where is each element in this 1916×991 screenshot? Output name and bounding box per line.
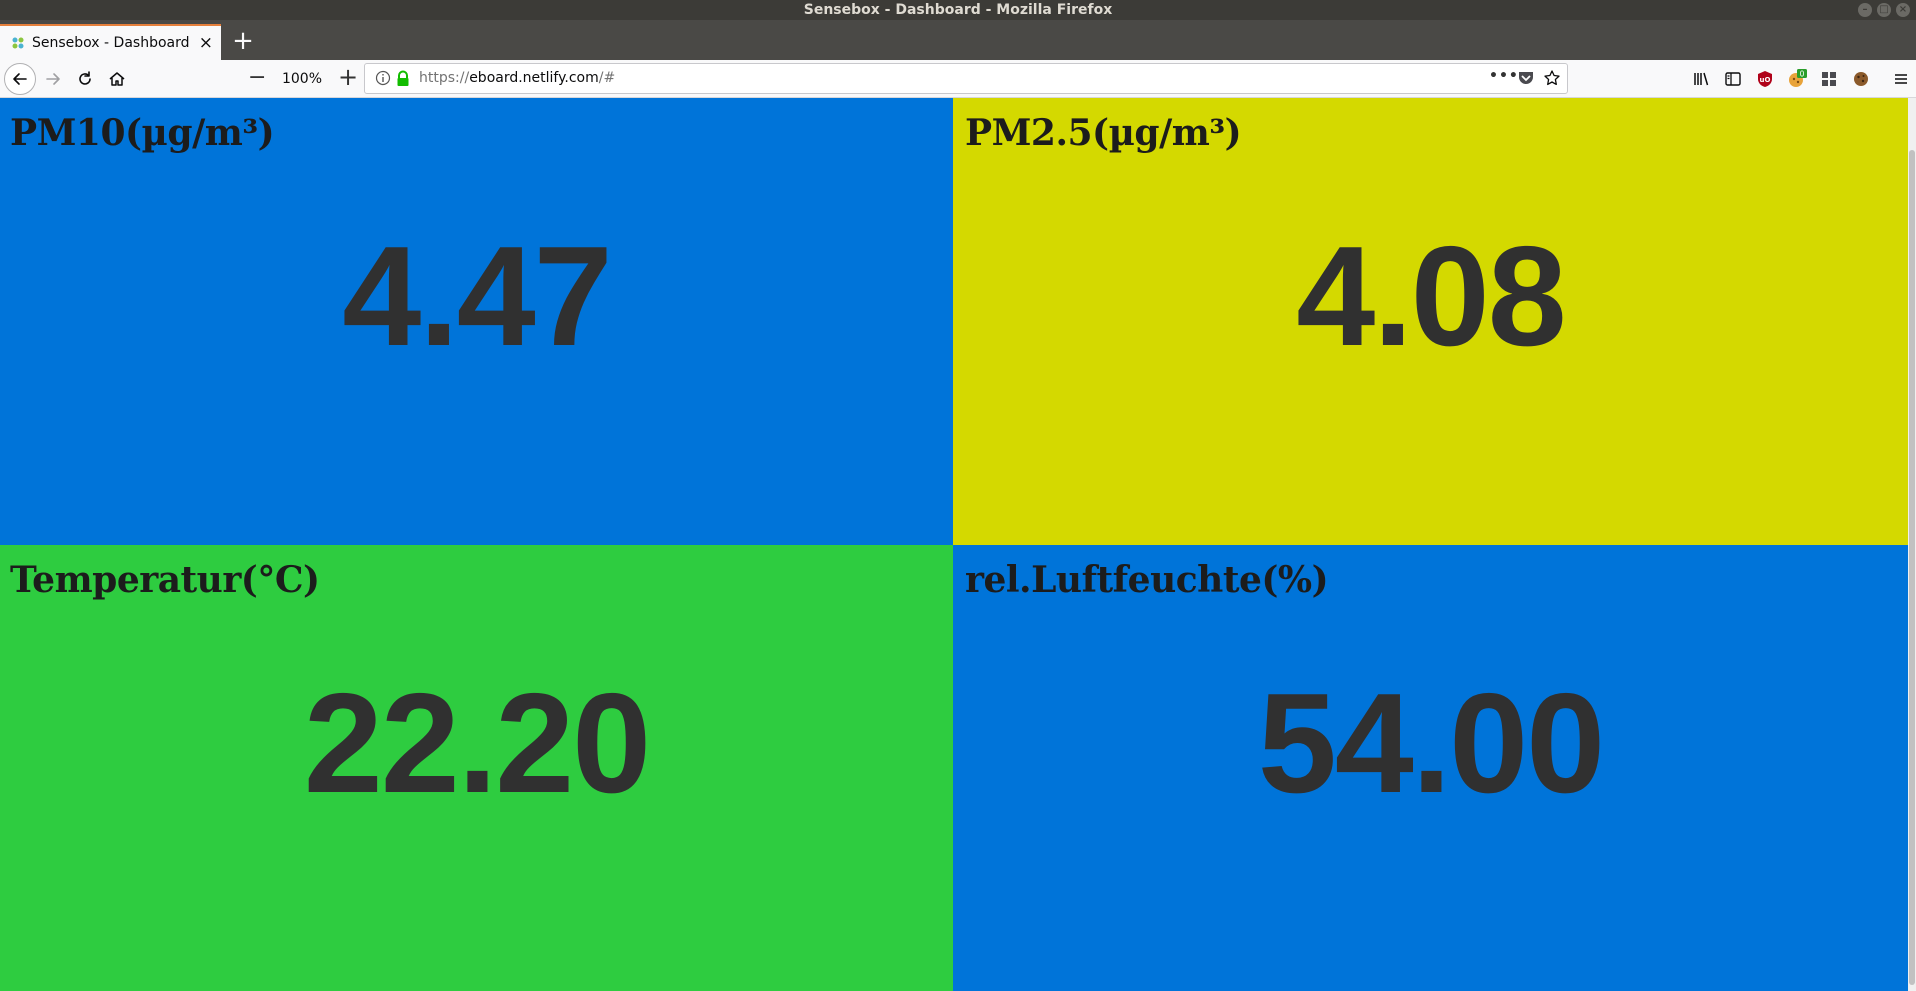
tile-label: PM2.5(µg/m³) (965, 112, 1242, 154)
url-text[interactable]: https://eboard.netlify.com/# (419, 70, 615, 86)
ublock-origin-icon: uO (1758, 71, 1772, 87)
new-tab-button[interactable]: + (226, 24, 260, 60)
url-path: /# (598, 70, 616, 86)
window-titlebar: Sensebox - Dashboard - Mozilla Firefox –… (0, 0, 1916, 20)
sensebox-favicon-icon (12, 37, 24, 49)
forward-button[interactable] (40, 66, 66, 92)
hamburger-menu-icon (1895, 74, 1907, 84)
zoom-in-button[interactable]: + (338, 63, 358, 91)
url-scheme: https:// (419, 70, 470, 86)
reload-icon (79, 71, 91, 85)
window-title: Sensebox - Dashboard - Mozilla Firefox (803, 2, 1113, 18)
tile-temperature: Temperatur(°C) 22.20 (0, 545, 953, 991)
zoom-out-button[interactable]: − (248, 65, 266, 90)
bookmark-star-icon[interactable] (1543, 69, 1561, 87)
extensions-grid-button[interactable] (1816, 66, 1842, 92)
tile-label: rel.Luftfeuchte(%) (965, 559, 1329, 601)
library-button[interactable] (1688, 66, 1714, 92)
library-icon (1694, 72, 1709, 86)
page-scrollbar[interactable] (1908, 98, 1916, 991)
site-info-icon[interactable] (375, 70, 391, 86)
url-bar[interactable]: https://eboard.netlify.com/# ••• (364, 63, 1568, 94)
tile-pm25: PM2.5(µg/m³) 4.08 (953, 98, 1908, 545)
extensions-grid-icon (1822, 72, 1836, 86)
forward-arrow-icon (46, 73, 60, 85)
ublock-button[interactable]: uO (1752, 66, 1778, 92)
addon-badge-count: 0 (1800, 70, 1805, 79)
tab-close-icon[interactable]: × (199, 33, 213, 53)
pocket-icon[interactable] (1517, 70, 1535, 86)
tab-sensebox-dashboard[interactable]: Sensebox - Dashboard × (0, 24, 221, 60)
cookie-icon (1854, 72, 1868, 86)
navigation-toolbar: − 100% + https://eboard.netlify.com/# ••… (0, 60, 1916, 98)
url-host: eboard.netlify.com (469, 70, 599, 86)
home-button[interactable] (104, 66, 130, 92)
tab-strip: Sensebox - Dashboard × + (0, 20, 1916, 60)
tab-title: Sensebox - Dashboard (32, 35, 190, 51)
sidebar-icon (1725, 72, 1741, 86)
tile-value: 4.47 (342, 217, 612, 376)
open-menu-button[interactable] (1888, 66, 1914, 92)
maximize-button[interactable]: □ (1877, 3, 1891, 17)
back-arrow-icon (13, 73, 27, 85)
home-icon (109, 72, 125, 86)
tile-pm10: PM10(µg/m³) 4.47 (0, 98, 953, 545)
cookie-addon-icon: 0 (1789, 69, 1807, 87)
secure-lock-icon[interactable] (395, 70, 411, 87)
back-button[interactable] (4, 63, 36, 95)
scrollbar-thumb[interactable] (1909, 150, 1915, 985)
minimize-button[interactable]: – (1858, 3, 1872, 17)
cookie-manager-button[interactable] (1848, 66, 1874, 92)
svg-text:uO: uO (1760, 76, 1771, 84)
window-controls: – □ × (1858, 3, 1910, 17)
tile-label: PM10(µg/m³) (10, 112, 275, 154)
tile-value: 4.08 (1296, 217, 1566, 376)
tile-value: 22.20 (303, 664, 651, 823)
sidebar-button[interactable] (1720, 66, 1746, 92)
reload-button[interactable] (72, 66, 98, 92)
tile-value: 54.00 (1257, 664, 1605, 823)
dashboard-content: PM10(µg/m³) 4.47 PM2.5(µg/m³) 4.08 Tempe… (0, 98, 1916, 991)
tile-humidity: rel.Luftfeuchte(%) 54.00 (953, 545, 1908, 991)
page-actions-icon[interactable]: ••• (1489, 68, 1519, 84)
zoom-level-reset[interactable]: 100% (274, 67, 330, 91)
close-window-button[interactable]: × (1896, 3, 1910, 17)
tile-label: Temperatur(°C) (10, 559, 320, 601)
cookie-addon-button[interactable]: 0 (1784, 66, 1810, 92)
